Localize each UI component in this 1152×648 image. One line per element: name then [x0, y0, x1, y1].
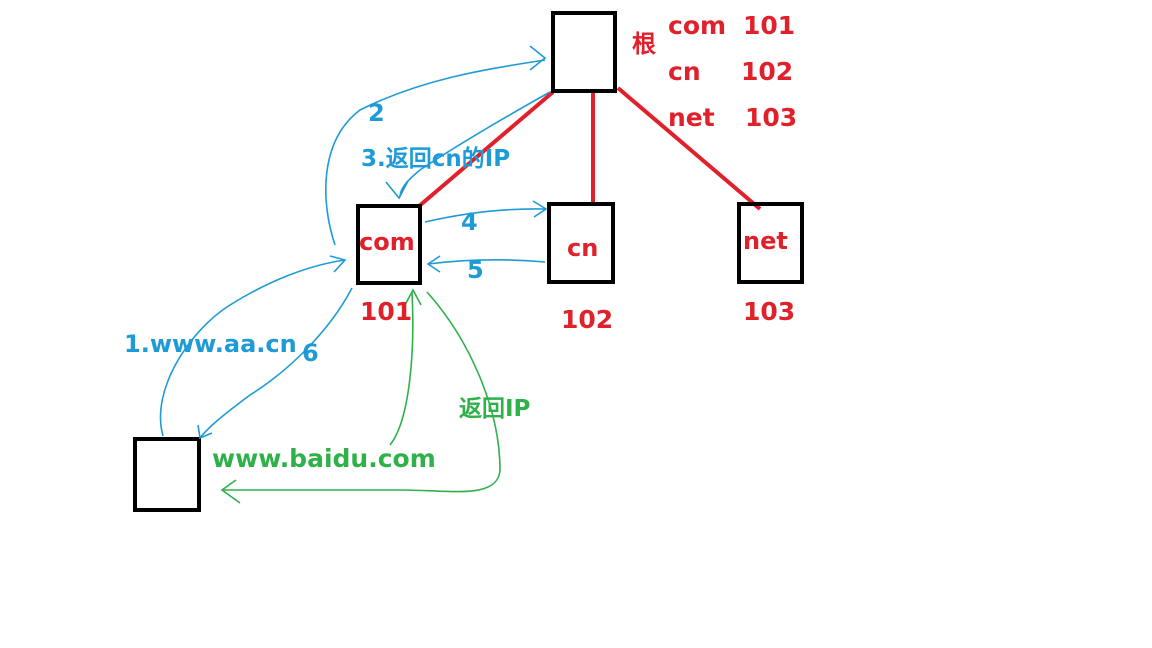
arrow-step-4	[424, 208, 546, 223]
root-table-ip-1: 101	[743, 11, 795, 40]
diagram-svg: 根 com 101 cn 102 net 103 com cn net 101 …	[124, 11, 804, 512]
step-5-label: 5	[467, 256, 484, 284]
arrow-step-5	[427, 259, 546, 265]
blue-flow	[159, 45, 551, 440]
dns-diagram: 根 com 101 cn 102 net 103 com cn net 101 …	[0, 0, 1152, 648]
cn-server-ip: 102	[561, 305, 613, 334]
root-table-ip-3: 103	[745, 103, 797, 132]
com-server-label: com	[359, 228, 415, 256]
arrow-step-3-head	[385, 180, 409, 200]
arrow-step-2-head	[529, 45, 547, 71]
root-label: 根	[632, 30, 656, 58]
root-table-domain-1: com	[668, 11, 726, 40]
root-table-domain-3: net	[668, 103, 715, 132]
net-server-label: net	[743, 227, 788, 255]
green-labels: www.baidu.com 返回IP	[212, 396, 530, 473]
arrow-step-3	[399, 91, 551, 198]
step-3-label: 3.返回cn的IP	[361, 145, 510, 172]
root-server-box	[551, 11, 617, 93]
green-arrow-reply-head	[220, 479, 241, 504]
com-server-ip: 101	[360, 297, 412, 326]
arrow-step-1-head	[329, 255, 347, 273]
green-query-label: www.baidu.com	[212, 444, 436, 473]
root-table-domain-2: cn	[668, 57, 701, 86]
green-reply-label: 返回IP	[459, 396, 530, 422]
step-2-label: 2	[368, 99, 385, 127]
blue-labels: 2 3.返回cn的IP 4 5 1.www.aa.cn 6	[124, 99, 510, 367]
step-6-label: 6	[302, 339, 319, 367]
net-server-ip: 103	[743, 297, 795, 326]
step-1-label: 1.www.aa.cn	[124, 330, 297, 358]
root-table-ip-2: 102	[741, 57, 793, 86]
step-4-label: 4	[461, 208, 478, 236]
red-labels: 根 com 101 cn 102 net 103 com cn net 101 …	[359, 11, 797, 334]
client-box	[133, 437, 201, 512]
cn-server-label: cn	[567, 234, 598, 262]
